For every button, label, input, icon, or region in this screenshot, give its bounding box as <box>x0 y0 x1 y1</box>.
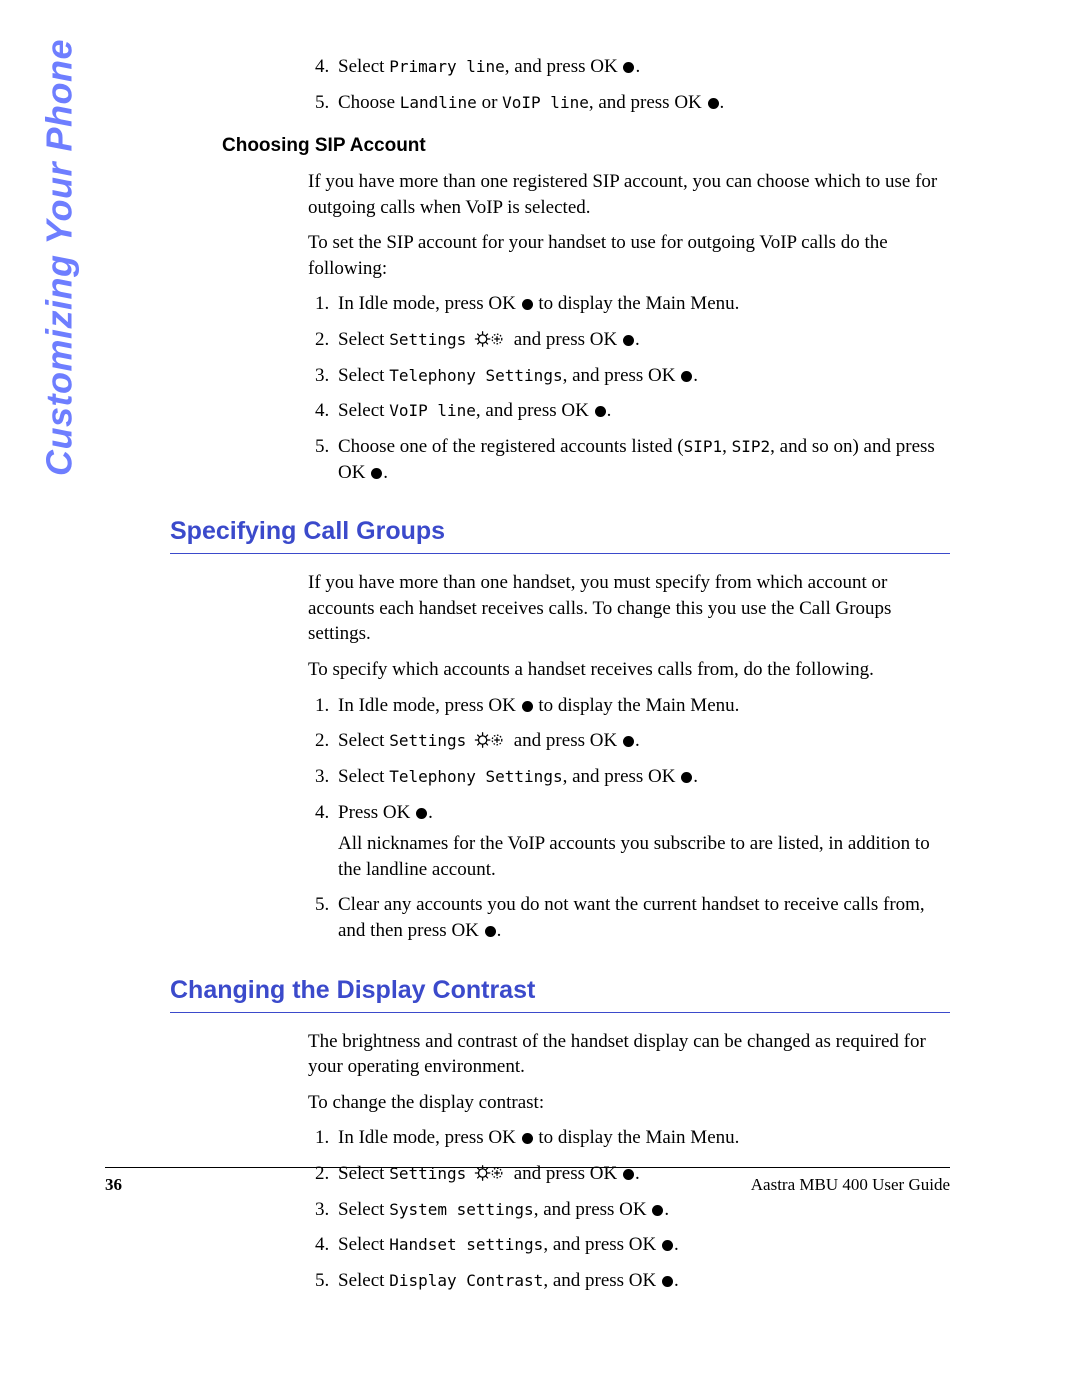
ok-dot-icon <box>708 98 719 109</box>
ok-dot-icon <box>652 1205 663 1216</box>
body-text: The brightness and contrast of the hands… <box>308 1029 950 1080</box>
body-text: To change the display contrast: <box>308 1090 950 1116</box>
ok-dot-icon <box>623 335 634 346</box>
ok-dot-icon <box>681 772 692 783</box>
settings-icon <box>473 328 505 350</box>
body-text: If you have more than one registered SIP… <box>308 169 950 220</box>
step-item: Press OK . All nicknames for the VoIP ac… <box>334 800 950 883</box>
step-item: Choose one of the registered accounts li… <box>334 434 950 485</box>
step-item: Choose Landline or VoIP line, and press … <box>334 90 950 116</box>
footer-guide-title: Aastra MBU 400 User Guide <box>751 1174 950 1197</box>
heading-rule <box>170 1012 950 1013</box>
step-item: In Idle mode, press OK to display the Ma… <box>334 693 950 719</box>
ok-dot-icon <box>595 406 606 417</box>
sip-step-list: In Idle mode, press OK to display the Ma… <box>308 291 950 485</box>
cg-step-list: In Idle mode, press OK to display the Ma… <box>308 693 950 944</box>
ok-dot-icon <box>522 1133 533 1144</box>
ok-dot-icon <box>681 371 692 382</box>
page-number: 36 <box>105 1174 122 1197</box>
step-item: In Idle mode, press OK to display the Ma… <box>334 291 950 317</box>
settings-icon <box>473 729 505 751</box>
document-page: Customizing Your Phone Select Primary li… <box>0 0 1080 1397</box>
ok-dot-icon <box>522 299 533 310</box>
body-text: If you have more than one handset, you m… <box>308 570 950 647</box>
ok-dot-icon <box>623 62 634 73</box>
ok-dot-icon <box>371 468 382 479</box>
ok-dot-icon <box>662 1240 673 1251</box>
step-item: Select Handset settings, and press OK . <box>334 1232 950 1258</box>
heading-call-groups: Specifying Call Groups <box>170 515 950 549</box>
step-item: Select Telephony Settings, and press OK … <box>334 363 950 389</box>
step-item: In Idle mode, press OK to display the Ma… <box>334 1125 950 1151</box>
top-step-list: Select Primary line, and press OK . Choo… <box>308 54 950 115</box>
page-content: Select Primary line, and press OK . Choo… <box>170 46 950 1308</box>
ok-dot-icon <box>623 736 634 747</box>
step-item: Select Telephony Settings, and press OK … <box>334 764 950 790</box>
body-text: To specify which accounts a handset rece… <box>308 657 950 683</box>
step-item: Select System settings, and press OK . <box>334 1197 950 1223</box>
step-item: Clear any accounts you do not want the c… <box>334 892 950 943</box>
step-item: Select Settings and press OK . <box>334 728 950 754</box>
step-subnote: All nicknames for the VoIP accounts you … <box>338 831 950 882</box>
section-tab: Customizing Your Phone <box>32 46 88 476</box>
step-item: Select Display Contrast, and press OK . <box>334 1268 950 1294</box>
page-footer: 36 Aastra MBU 400 User Guide <box>105 1167 950 1197</box>
step-item: Select Primary line, and press OK . <box>334 54 950 80</box>
ok-dot-icon <box>522 701 533 712</box>
heading-display-contrast: Changing the Display Contrast <box>170 974 950 1008</box>
ok-dot-icon <box>485 926 496 937</box>
step-item: Select Settings and press OK . <box>334 327 950 353</box>
body-text: To set the SIP account for your handset … <box>308 230 950 281</box>
heading-choosing-sip: Choosing SIP Account <box>222 133 950 159</box>
dc-step-list: In Idle mode, press OK to display the Ma… <box>308 1125 950 1293</box>
step-item: Select VoIP line, and press OK . <box>334 398 950 424</box>
ok-dot-icon <box>416 808 427 819</box>
ok-dot-icon <box>662 1276 673 1287</box>
heading-rule <box>170 553 950 554</box>
